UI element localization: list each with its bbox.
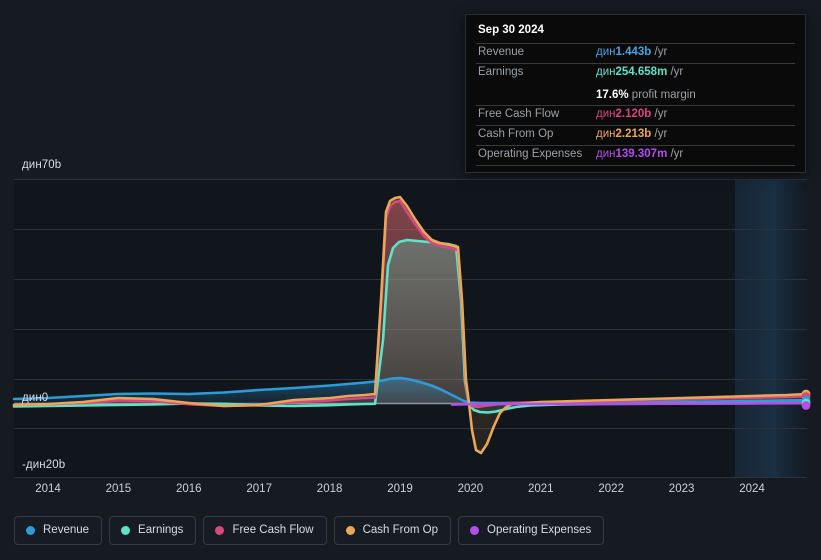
tooltip-profit-margin-row: 17.6% profit margin (476, 83, 795, 105)
tooltip-profit-margin-number: 17.6% (596, 89, 629, 101)
tooltip-amount: 254.658m (615, 66, 668, 78)
legend-item-earnings[interactable]: Earnings (109, 516, 197, 545)
legend-item-label: Earnings (138, 523, 184, 536)
x-axis-tick-2023: 2023 (668, 483, 695, 495)
x-axis-tick-2022: 2022 (598, 483, 624, 495)
tooltip-row-label: Cash From Op (478, 128, 554, 140)
x-axis-tick-2021: 2021 (528, 483, 554, 495)
tooltip-unit: /yr (651, 46, 668, 58)
tooltip-currency: дин (596, 128, 616, 140)
tooltip-amount: 2.120b (615, 108, 652, 120)
tooltip-date: Sep 30 2024 (478, 24, 544, 36)
tooltip-amount: 2.213b (615, 128, 652, 140)
legend-color-dot-icon (215, 526, 225, 535)
tooltip-row-value: дин2.213b /yr (596, 128, 667, 140)
legend-item-operating-expenses[interactable]: Operating Expenses (458, 516, 605, 545)
tooltip-amount: 139.307m (615, 148, 668, 160)
legend-color-dot-icon (470, 526, 480, 535)
tooltip-row-label: Revenue (478, 46, 525, 58)
x-axis-tick-2024: 2024 (739, 483, 765, 495)
series-endpoint-markers (801, 389, 811, 410)
x-axis-tick-2015: 2015 (105, 483, 132, 495)
chart-tooltip: Sep 30 2024 Revenue дин1.443b /yr Earnings… (465, 14, 806, 173)
tooltip-unit: /yr (667, 66, 684, 78)
legend-item-label: Cash From Op (362, 523, 439, 536)
tooltip-bottom-rule (476, 165, 795, 168)
legend-item-revenue[interactable]: Revenue (14, 516, 103, 545)
tooltip-currency: дин (596, 46, 616, 58)
tooltip-row-label: Free Cash Flow (478, 108, 560, 120)
legend-item-label: Free Cash Flow (232, 523, 314, 536)
x-axis-tick-2016: 2016 (176, 483, 202, 495)
tooltip-row: Revenue дин1.443b /yr (476, 43, 795, 63)
tooltip-rows: Revenue дин1.443b /yr Earnings дин254.658m … (476, 43, 795, 168)
tooltip-unit: /yr (667, 148, 684, 160)
tooltip-profit-margin-text: profit margin (628, 89, 696, 101)
tooltip-row: Cash From Op дин2.213b /yr (476, 125, 795, 145)
tooltip-unit: /yr (651, 128, 668, 140)
legend-item-free-cash-flow[interactable]: Free Cash Flow (203, 516, 327, 545)
x-axis-tick-2018: 2018 (316, 483, 343, 495)
y-axis-label-zero: дин0 (22, 392, 49, 404)
tooltip-currency: дин (596, 148, 616, 160)
x-axis-labels: 2014 2015 2016 2017 2018 2019 2020 2021 2022 2023… (0, 483, 821, 501)
tooltip-row-value: дин139.307m /yr (596, 148, 683, 160)
tooltip-row: Earnings дин254.658m /yr (476, 63, 795, 83)
tooltip-row-value: дин2.120b /yr (596, 108, 667, 120)
tooltip-amount: 1.443b (615, 46, 652, 58)
tooltip-currency: дин (596, 66, 616, 78)
tooltip-currency: дин (596, 108, 616, 120)
x-axis-tick-2019: 2019 (387, 483, 413, 495)
tooltip-profit-margin-value: 17.6% profit margin (596, 85, 696, 103)
x-axis-tick-2014: 2014 (35, 483, 61, 495)
tooltip-row: Free Cash Flow дин2.120b /yr (476, 105, 795, 125)
tooltip-row: Operating Expenses дин139.307m /yr (476, 145, 795, 165)
tooltip-row-label: Operating Expenses (478, 148, 583, 160)
y-axis-label-top: дин70b (22, 159, 62, 171)
legend-item-cash-from-op[interactable]: Cash From Op (333, 516, 452, 545)
y-axis-label-bottom: -дин20b (22, 459, 66, 471)
forecast-band (735, 179, 807, 478)
x-axis-tick-2020: 2020 (457, 483, 484, 495)
tooltip-unit: /yr (651, 108, 668, 120)
legend-color-dot-icon (345, 526, 355, 535)
x-axis-tick-2017: 2017 (246, 483, 272, 495)
tooltip-row-label: Earnings (478, 66, 524, 78)
legend-item-label: Revenue (43, 523, 90, 536)
chart-legend[interactable]: Revenue Earnings Free Cash Flow Cash From O… (14, 516, 605, 545)
legend-color-dot-icon (121, 526, 131, 535)
line-operating-expenses (450, 401, 808, 406)
chart-page: дин70b дин0 -дин20b 2014 2015 2016 2017 2018… (0, 0, 821, 560)
tooltip-row-value: дин1.443b /yr (596, 46, 667, 58)
tooltip-row-value: дин254.658m /yr (596, 66, 683, 78)
legend-color-dot-icon (26, 526, 35, 535)
legend-item-label: Operating Expenses (487, 523, 592, 536)
